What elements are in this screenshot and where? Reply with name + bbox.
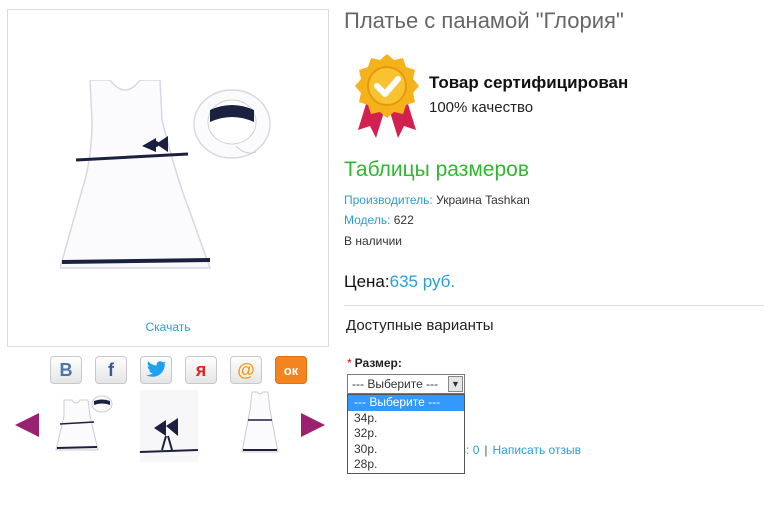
download-link[interactable]: Скачать (8, 320, 328, 334)
carousel-prev-arrow-icon[interactable] (15, 413, 39, 437)
model-value: 622 (393, 213, 414, 227)
size-label-text: Размер: (354, 356, 402, 370)
certificate-subtitle: 100% качество (429, 99, 534, 116)
product-photo (60, 80, 271, 269)
main-product-image[interactable]: Скачать (7, 9, 329, 347)
size-tables-link[interactable]: Таблицы размеров (344, 158, 529, 182)
model-label: Модель: (344, 213, 391, 227)
carousel-next-arrow-icon[interactable] (301, 413, 325, 437)
variants-title: Доступные варианты (346, 317, 494, 334)
size-option[interactable]: 28р. (348, 457, 464, 473)
model-row: Модель: 622 (344, 213, 414, 227)
size-option[interactable]: 34р. (348, 411, 464, 427)
divider (344, 305, 764, 306)
twitter-icon[interactable] (140, 356, 172, 384)
size-option[interactable]: --- Выберите --- (348, 395, 464, 411)
mailru-icon[interactable]: @ (230, 356, 262, 384)
thumbnail-2[interactable] (138, 390, 200, 462)
social-share-bar: B f я @ ок (50, 356, 307, 384)
size-label: * Размер: (347, 356, 402, 370)
size-select-value: --- Выберите --- (352, 377, 439, 391)
reviews-separator: | (484, 443, 488, 457)
certificate-badge-icon (355, 54, 419, 138)
product-title: Платье с панамой "Глория" (344, 8, 624, 33)
price: Цена:635 руб. (344, 272, 455, 292)
size-select[interactable]: --- Выберите --- ▼ (347, 374, 465, 394)
facebook-icon[interactable]: f (95, 356, 127, 384)
manufacturer-row: Производитель: Украина Tashkan (344, 193, 530, 207)
size-dropdown-list: --- Выберите --- 34р. 32р. 30р. 28р. (347, 394, 465, 474)
thumbnail-1[interactable] (54, 390, 116, 462)
odnoklassniki-icon[interactable]: ок (275, 356, 307, 384)
manufacturer-label[interactable]: Производитель: (344, 193, 433, 207)
stock-status: В наличии (344, 234, 403, 248)
size-option[interactable]: 32р. (348, 426, 464, 442)
required-marker: * (347, 356, 352, 370)
write-review-link[interactable]: Написать отзыв (493, 443, 581, 457)
price-label: Цена: (344, 272, 390, 291)
price-value: 635 руб. (389, 272, 456, 291)
yaru-icon[interactable]: я (185, 356, 217, 384)
vk-icon[interactable]: B (50, 356, 82, 384)
size-option[interactable]: 30р. (348, 442, 464, 458)
thumbnail-3[interactable] (230, 390, 292, 462)
manufacturer-value: Украина Tashkan (436, 193, 530, 207)
chevron-down-icon[interactable]: ▼ (448, 376, 463, 392)
certificate-title: Товар сертифицирован (429, 73, 629, 92)
thumbnail-carousel (12, 390, 332, 465)
